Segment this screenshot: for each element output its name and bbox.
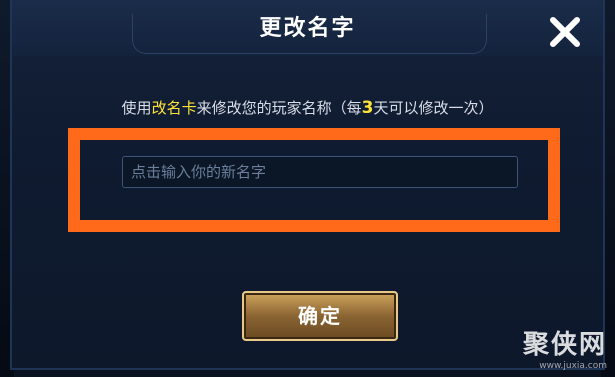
close-x-icon <box>550 17 580 47</box>
confirm-button[interactable]: 确定 <box>242 291 398 341</box>
close-button[interactable] <box>547 14 583 50</box>
instruction-prefix: 使用 <box>121 99 152 117</box>
rename-card-label: 改名卡 <box>151 99 197 117</box>
dialog-title: 更改名字 <box>259 16 356 41</box>
dialog-header: 更改名字 <box>12 0 603 56</box>
watermark: 聚侠网 www.juxia.com <box>523 324 607 371</box>
new-name-input[interactable] <box>122 156 518 188</box>
instruction-suffix: 天可以修改一次） <box>373 99 494 117</box>
watermark-logo: 聚侠网 <box>522 330 607 360</box>
rename-instruction: 使用改名卡来修改您的玩家名称（每3天可以修改一次） <box>12 97 603 118</box>
instruction-middle: 来修改您的玩家名称（每 <box>196 99 362 117</box>
watermark-url: www.juxia.com <box>539 361 607 371</box>
days-count: 3 <box>361 98 374 118</box>
rename-dialog: 更改名字 使用改名卡来修改您的玩家名称（每3天可以修改一次） 确定 <box>10 0 605 370</box>
